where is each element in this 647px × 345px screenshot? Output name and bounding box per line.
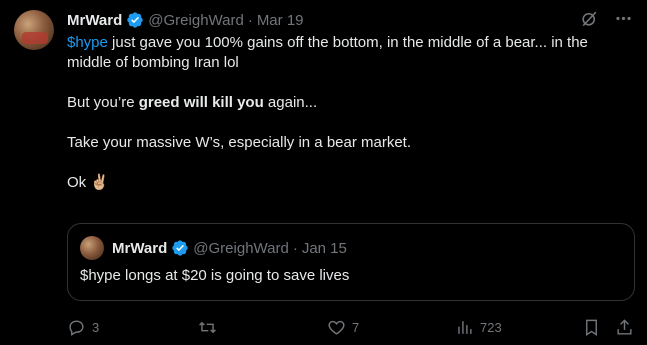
share-button[interactable] — [615, 313, 634, 341]
author-name[interactable]: MrWard — [67, 12, 122, 29]
tweet-date[interactable]: Mar 19 — [257, 12, 304, 29]
share-icon — [615, 318, 634, 337]
cashtag-link[interactable]: $hype — [67, 34, 108, 51]
quote-text: $hype longs at $20 is going to save live… — [80, 267, 350, 284]
reply-count: 3 — [92, 319, 100, 335]
tweet-paragraph: Take your massive W’s, especially in a b… — [67, 134, 412, 151]
views-chart-icon — [455, 318, 474, 337]
tweet-paragraph: $hype just gave you 100% gains off the b… — [67, 33, 627, 73]
tweet[interactable]: MrWard @GreighWard · Mar 19 $hype just g… — [0, 0, 647, 345]
like-button[interactable]: 7 — [327, 313, 359, 341]
author-handle[interactable]: @GreighWard — [148, 12, 244, 29]
quote-author-name: MrWard — [112, 239, 168, 257]
tweet-paragraph: But you’re greed will kill you again... — [67, 93, 627, 113]
quote-header: MrWard @GreighWard · Jan 15 — [80, 236, 347, 260]
reply-icon — [67, 318, 86, 337]
like-count: 7 — [352, 319, 360, 335]
quote-date: Jan 15 — [301, 239, 347, 257]
reply-button[interactable]: 3 — [67, 313, 99, 341]
retweet-icon — [198, 318, 217, 337]
retweet-button[interactable] — [198, 313, 223, 341]
more-options-icon[interactable] — [613, 8, 633, 28]
quoted-tweet[interactable]: MrWard @GreighWard · Jan 15 $hype longs … — [67, 223, 635, 301]
bookmark-button[interactable] — [582, 313, 601, 341]
action-bar: 3 7 723 — [67, 313, 635, 341]
header-actions — [579, 8, 633, 28]
bookmark-icon — [582, 318, 601, 337]
verified-badge-icon — [171, 239, 189, 257]
verified-badge-icon — [126, 11, 144, 29]
separator-dot: · — [292, 239, 298, 257]
tweet-text: But you’re — [67, 94, 139, 111]
tweet-text: just gave you 100% gains off the bottom,… — [67, 34, 588, 71]
avatar[interactable] — [14, 10, 54, 50]
quote-avatar — [80, 236, 104, 260]
quote-author-handle: @GreighWard — [193, 239, 289, 257]
tweet-body: $hype just gave you 100% gains off the b… — [67, 33, 627, 193]
victory-hand-emoji: ✌🏼 — [90, 174, 110, 191]
tweet-bold-text: greed will kill you — [138, 94, 264, 111]
grok-icon[interactable] — [579, 8, 599, 28]
views-button[interactable]: 723 — [455, 313, 502, 341]
tweet-text: again... — [263, 94, 318, 111]
tweet-paragraph: Ok ✌🏼 — [67, 173, 627, 193]
tweet-text: Ok — [67, 174, 87, 191]
separator-dot: · — [247, 11, 253, 29]
heart-icon — [327, 318, 346, 337]
tweet-header: MrWard @GreighWard · Mar 19 — [67, 10, 633, 30]
views-count: 723 — [480, 319, 502, 335]
